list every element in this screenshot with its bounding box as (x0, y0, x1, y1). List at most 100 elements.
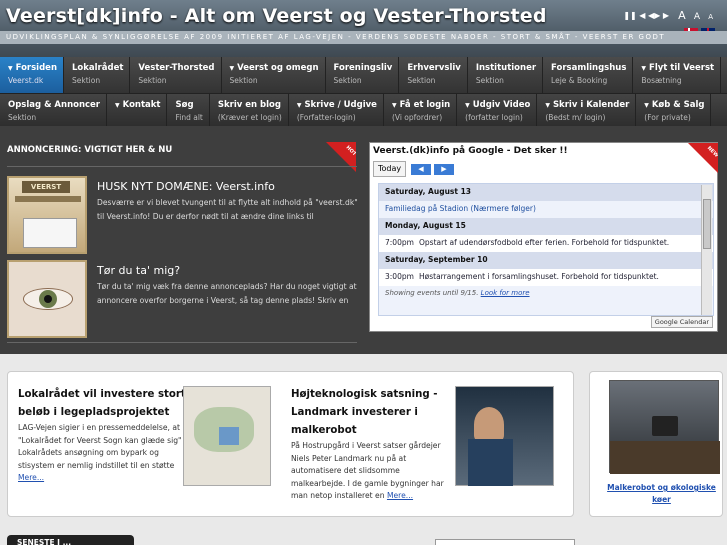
nav-item-sublabel: Veerst.dk (8, 76, 44, 85)
nav-item-foreningsliv[interactable]: Foreningsliv Sektion (326, 57, 400, 93)
nav-item-kontakt[interactable]: ▼ Kontakt (107, 94, 168, 126)
today-button[interactable]: Today (373, 161, 407, 177)
read-more-link[interactable]: Mere... (18, 473, 44, 482)
nav-item-label: Søg (175, 100, 194, 110)
nav-item-skrive-udgive[interactable]: ▼ Skrive / Udgive (Forfatter-login) (289, 94, 384, 126)
scrollbar-thumb[interactable] (703, 199, 711, 249)
nav-item-sublabel: (Vi opfordrer) (391, 113, 443, 122)
font-small-button[interactable]: A (708, 13, 713, 21)
nav-item-sublabel: Leje & Booking (551, 76, 608, 85)
calendar-event[interactable]: 7:00pm Opstart af udendørsfodbold efter f… (379, 235, 713, 252)
news-title[interactable]: Højteknologisk satsning - Landmark inves… (291, 386, 449, 440)
divider (7, 166, 357, 167)
announcement-title[interactable]: HUSK NYT DOMÆNE: Veerst.info (97, 180, 275, 193)
nav-item-sublabel: Bosætning (641, 76, 682, 85)
park-plan-image[interactable] (183, 386, 271, 486)
announcement-text: Desværre er vi blevet tvungent til at fl… (97, 198, 358, 221)
nav-item-sublabel: Sektion (333, 76, 362, 85)
nav-item-institutioner[interactable]: Institutioner Sektion (468, 57, 544, 93)
nav-item-søg[interactable]: Søg Find alt (167, 94, 210, 126)
nav-item-sublabel: Sektion (72, 76, 101, 85)
map-graphic (219, 427, 239, 445)
calendar-date-header: Saturday, August 13 (379, 184, 713, 201)
nav-item-label: ▼ Få et login (391, 100, 451, 110)
calendar-event[interactable]: Familiedag på Stadion (Nærmere følger) (379, 201, 713, 218)
nav-item-label: ▼ Køb & Salg (644, 100, 705, 110)
nav-item-forsiden[interactable]: ▼ Forsiden Veerst.dk (0, 57, 64, 93)
eye-pupil-graphic (44, 295, 52, 303)
announcement-thumbnail[interactable] (7, 260, 87, 338)
news-title[interactable]: Lokalrådet vil investere stort beløb i l… (18, 386, 193, 422)
nav-item-sublabel: Sektion (407, 76, 436, 85)
nav-item-forsamlingshus[interactable]: Forsamlingshus Leje & Booking (543, 57, 634, 93)
nav-item-skriv-en-blog[interactable]: Skriv en blog (Kræver et login) (210, 94, 289, 126)
announcement-text: Tør du ta' mig væk fra denne annonceplad… (97, 282, 357, 305)
search-input[interactable] (435, 539, 575, 545)
nav-item-sublabel: (forfatter login) (465, 113, 523, 122)
calendar-prev-button[interactable]: ◀ (411, 164, 431, 175)
announcement-thumbnail[interactable]: VEERST (7, 176, 87, 254)
chevron-down-icon: ▼ (8, 65, 13, 72)
screen-graphic (23, 218, 77, 248)
calendar-agenda: Saturday, August 13 Familiedag på Stadion… (378, 183, 714, 316)
event-time: 7:00pm (385, 238, 414, 247)
news-text: På Hostrupgård i Veerst satser gårdejer … (291, 441, 444, 500)
news-text: LAG-Vejen sigier i en pressemeddelelse, … (18, 423, 182, 482)
calendar-footer: Showing events until 9/15. Look for more (385, 289, 530, 297)
nav-item-label: ▼ Flyt til Veerst (641, 63, 715, 73)
nav-item-label: ▼ Skriv i Kalender (545, 100, 630, 110)
announcements-heading: ANNONCERING: VIGTIGT HER & NU (7, 145, 173, 155)
google-calendar-badge[interactable]: Google Calendar (650, 316, 713, 328)
nav-item-skriv-i-kalender[interactable]: ▼ Skriv i Kalender (Bedst m/ login) (537, 94, 637, 126)
nav-item-label: Vester-Thorsted (138, 63, 215, 73)
event-title: Familiedag på Stadion (Nærmere følger) (385, 204, 536, 213)
new-ribbon: NEW (688, 143, 718, 173)
nav-item-vester-thorsted[interactable]: Vester-Thorsted Sektion (130, 57, 222, 93)
nav-item-sublabel: (For private) (644, 113, 691, 122)
robot-image[interactable] (455, 386, 554, 486)
look-for-more-link[interactable]: Look for more (481, 289, 530, 297)
nav-item-få-et-login[interactable]: ▼ Få et login (Vi opfordrer) (384, 94, 458, 126)
calendar-next-button[interactable]: ▶ (434, 164, 454, 175)
slideshow-controls[interactable]: ❚❚ ◀ ◀▶ ▶ (623, 11, 669, 20)
chevron-down-icon: ▼ (391, 102, 397, 109)
nav-item-flyt-til-veerst[interactable]: ▼ Flyt til Veerst Bosætning (633, 57, 722, 93)
font-medium-button[interactable]: A (694, 12, 700, 22)
nav-item-label: Institutioner (475, 63, 537, 73)
calendar-event[interactable]: 3:00pm Høstarrangement i forsamlingshuset… (379, 269, 713, 286)
nav-item-lokalrådet[interactable]: Lokalrådet Sektion (64, 57, 131, 93)
nav-item-label: Forsamlingshus (551, 63, 627, 73)
chevron-down-icon: ▼ (644, 102, 649, 109)
video-scene-graphic (610, 441, 720, 474)
latest-tab[interactable]: SENESTE I ... (7, 535, 134, 545)
calendar-date-header: Saturday, September 10 (379, 252, 713, 269)
nav-item-erhvervsliv[interactable]: Erhvervsliv Sektion (399, 57, 468, 93)
event-title: Opstart af udendørsfodbold efter ferien.… (419, 238, 670, 247)
font-large-button[interactable]: A (678, 9, 686, 22)
nav-item-sublabel: (Bedst m/ login) (545, 113, 606, 122)
nav-item-køb-salg[interactable]: ▼ Køb & Salg (For private) (636, 94, 712, 126)
video-thumbnail[interactable] (609, 380, 720, 474)
news-article[interactable]: Højteknologisk satsning - Landmark inves… (291, 386, 449, 503)
chevron-down-icon: ▼ (465, 102, 470, 109)
announcement-title[interactable]: Tør du ta' mig? (97, 264, 180, 277)
site-header: Veerst[dk]info - Alt om Veerst og Vester… (0, 0, 727, 57)
sign-graphic: VEERST (22, 181, 70, 193)
secondary-nav: Opslag & Annoncer Sektion ▼ Kontakt Søg Find … (0, 93, 727, 126)
nav-item-label: Skriv en blog (217, 100, 281, 110)
video-caption-link[interactable]: Malkerobot og økologiske køer (603, 482, 720, 506)
nav-item-opslag-annoncer[interactable]: Opslag & Annoncer Sektion (0, 94, 108, 126)
nav-item-udgiv-video[interactable]: ▼ Udgiv Video (forfatter login) (457, 94, 538, 126)
read-more-link[interactable]: Mere... (387, 491, 413, 500)
google-calendar-widget: Veerst.(dk)info på Google - Det sker !! … (369, 142, 718, 332)
site-tagline: UDVIKLINGSPLAN & SYNLIGGØRELSE AF 2009 I… (0, 31, 727, 44)
site-title[interactable]: Veerst[dk]info - Alt om Veerst og Vester… (6, 5, 547, 27)
nav-item-veerst-og-omegn[interactable]: ▼ Veerst og omegn Sektion (222, 57, 326, 93)
nav-item-label: Erhvervsliv (407, 63, 461, 73)
event-time: 3:00pm (385, 272, 414, 281)
news-article[interactable]: Lokalrådet vil investere stort beløb i l… (18, 386, 193, 485)
nav-item-sublabel: (Forfatter-login) (296, 113, 356, 122)
person-graphic (468, 439, 513, 486)
calendar-scrollbar[interactable] (701, 185, 712, 315)
nav-item-label: ▼ Kontakt (115, 100, 161, 110)
